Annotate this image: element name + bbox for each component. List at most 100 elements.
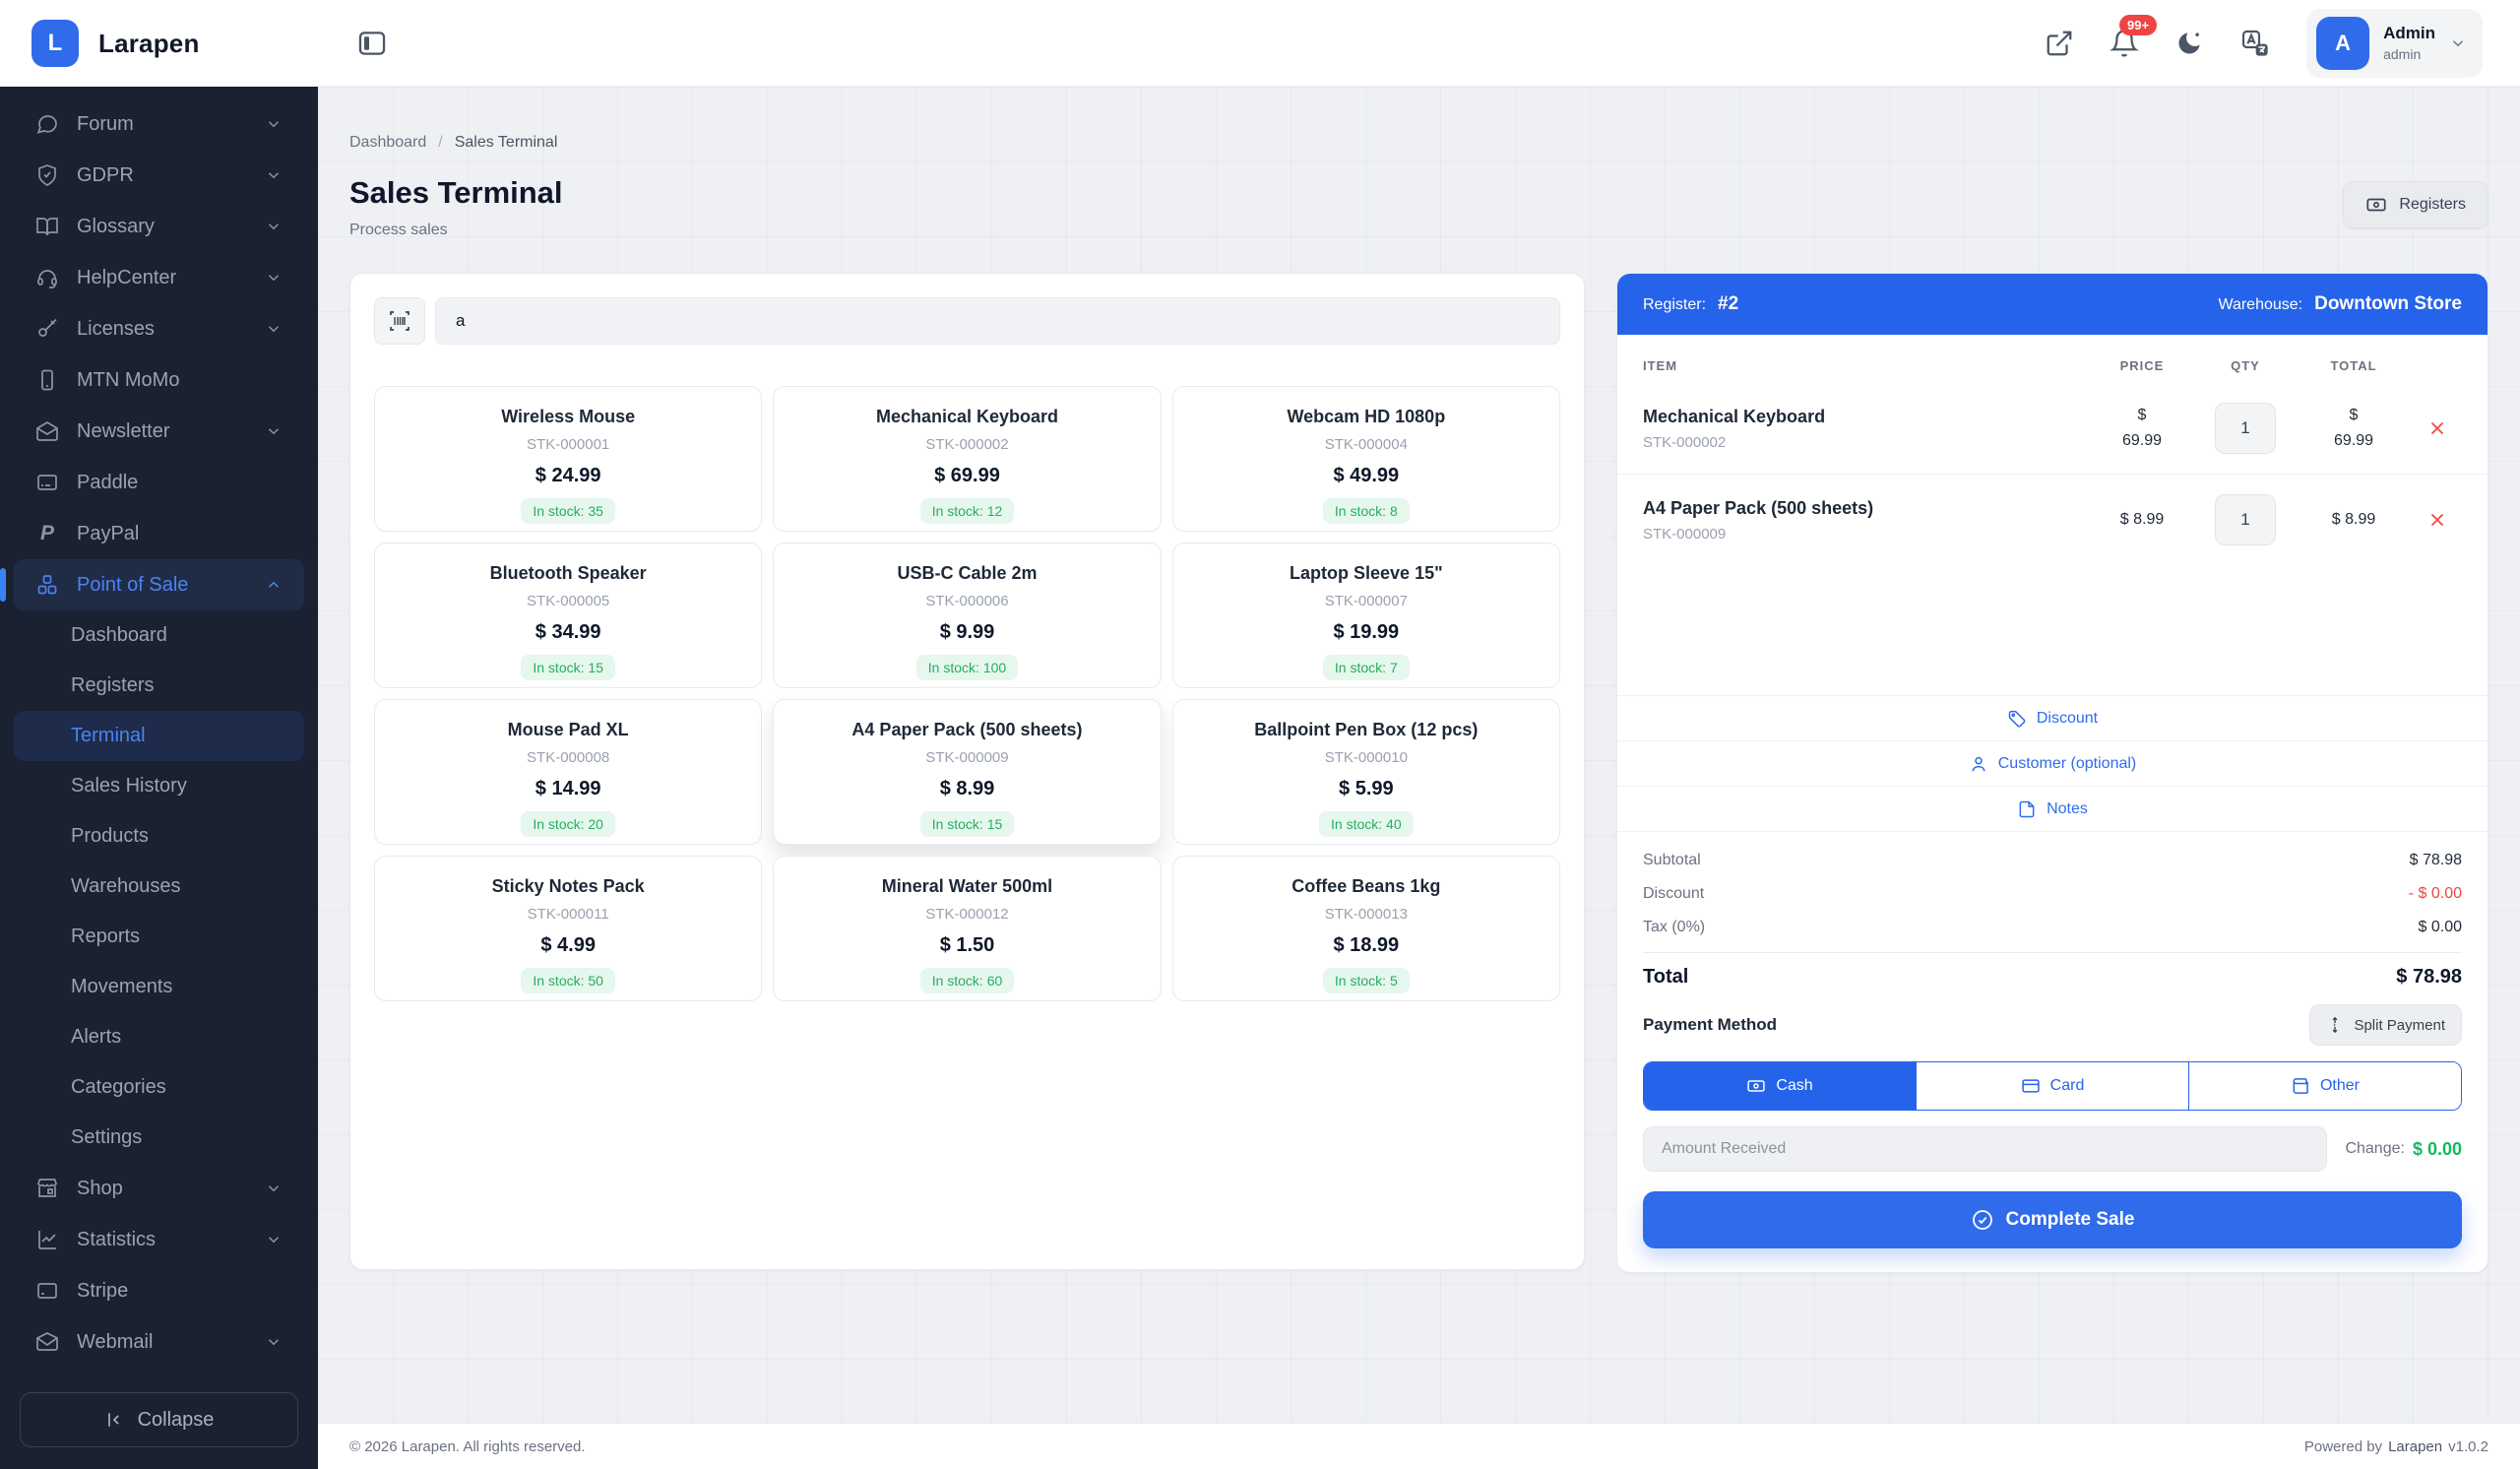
subtotal-value: $ 78.98 (2410, 852, 2462, 869)
sidebar-item-shop[interactable]: Shop (14, 1163, 304, 1214)
product-stock-badge: In stock: 50 (521, 968, 615, 993)
product-price: $ 9.99 (788, 621, 1146, 644)
envelope-icon (35, 1330, 59, 1354)
user-menu[interactable]: A Admin admin (2306, 9, 2483, 78)
sidebar-subitem-settings[interactable]: Settings (14, 1113, 304, 1163)
product-price: $ 18.99 (1187, 934, 1545, 957)
sidebar-subitem-label: Sales History (71, 775, 187, 798)
col-price: PRICE (2088, 358, 2196, 373)
sidebar-subitem-products[interactable]: Products (14, 811, 304, 862)
wallet-icon (2291, 1076, 2310, 1096)
registers-button[interactable]: Registers (2343, 181, 2488, 228)
customer-link[interactable]: Customer (optional) (1617, 740, 2488, 786)
sidebar-item-point-of-sale[interactable]: Point of Sale (14, 559, 304, 610)
breadcrumb-dashboard[interactable]: Dashboard (349, 134, 426, 152)
discount-link[interactable]: Discount (1617, 695, 2488, 740)
product-card[interactable]: Sticky Notes Pack STK-000011 $ 4.99 In s… (374, 856, 762, 1001)
note-icon (2017, 799, 2037, 819)
cash-label: Cash (1776, 1077, 1812, 1095)
line-chart-icon (35, 1228, 59, 1251)
powered-brand[interactable]: Larapen (2388, 1438, 2442, 1455)
product-card[interactable]: Mechanical Keyboard STK-000002 $ 69.99 I… (773, 386, 1161, 532)
sidebar-item-gdpr[interactable]: GDPR (14, 150, 304, 201)
copyright-text: © 2026 Larapen. All rights reserved. (349, 1438, 586, 1455)
product-card[interactable]: Wireless Mouse STK-000001 $ 24.99 In sto… (374, 386, 762, 532)
sidebar-subitem-dashboard[interactable]: Dashboard (14, 610, 304, 661)
collapse-label: Collapse (138, 1409, 215, 1432)
chevron-down-icon (265, 269, 283, 287)
sidebar-item-label: Glossary (77, 216, 155, 238)
paypal-icon: P (35, 522, 59, 545)
register-header: Register: #2 Warehouse: Downtown Store (1617, 274, 2488, 335)
product-card[interactable]: Coffee Beans 1kg STK-000013 $ 18.99 In s… (1172, 856, 1560, 1001)
language-translate-icon[interactable] (2239, 28, 2271, 59)
product-stock-badge: In stock: 60 (920, 968, 1015, 993)
sidebar-item-mtn-momo[interactable]: MTN MoMo (14, 354, 304, 406)
sidebar-subitem-categories[interactable]: Categories (14, 1062, 304, 1113)
sidebar-subitem-movements[interactable]: Movements (14, 962, 304, 1012)
quantity-input[interactable] (2215, 494, 2276, 545)
sidebar-item-newsletter[interactable]: Newsletter (14, 406, 304, 457)
sidebar-subitem-warehouses[interactable]: Warehouses (14, 862, 304, 912)
sidebar-subitem-registers[interactable]: Registers (14, 661, 304, 711)
sidebar-item-webmail[interactable]: Webmail (14, 1316, 304, 1368)
external-link-icon[interactable] (2045, 29, 2074, 58)
store-icon (35, 1177, 59, 1200)
product-card[interactable]: Ballpoint Pen Box (12 pcs) STK-000010 $ … (1172, 699, 1560, 845)
collapse-sidebar-button[interactable]: Collapse (20, 1392, 298, 1447)
payment-method-cash[interactable]: Cash (1644, 1062, 1916, 1110)
product-card[interactable]: Webcam HD 1080p STK-000004 $ 49.99 In st… (1172, 386, 1560, 532)
split-payment-button[interactable]: Split Payment (2309, 1004, 2462, 1046)
product-sku: STK-000006 (788, 593, 1146, 609)
headset-icon (35, 266, 59, 289)
product-card[interactable]: Mineral Water 500ml STK-000012 $ 1.50 In… (773, 856, 1161, 1001)
sidebar-item-licenses[interactable]: Licenses (14, 303, 304, 354)
sidebar: L Larapen Forum GDPR Glossary HelpCe (0, 0, 318, 1469)
sidebar-item-paddle[interactable]: Paddle (14, 457, 304, 508)
quantity-input[interactable] (2215, 403, 2276, 454)
product-sku: STK-000007 (1187, 593, 1545, 609)
cart-row: Mechanical Keyboard STK-000002 $ 69.99 $… (1617, 383, 2488, 474)
sidebar-subitem-reports[interactable]: Reports (14, 912, 304, 962)
payment-method-other[interactable]: Other (2188, 1062, 2461, 1110)
powered-by: Powered by Larapen v1.0.2 (2304, 1438, 2488, 1455)
sidebar-item-label: GDPR (77, 164, 134, 187)
notes-link[interactable]: Notes (1617, 786, 2488, 831)
sidebar-subitem-alerts[interactable]: Alerts (14, 1012, 304, 1062)
product-card[interactable]: USB-C Cable 2m STK-000006 $ 9.99 In stoc… (773, 543, 1161, 688)
payment-method-card[interactable]: Card (1916, 1062, 2188, 1110)
card-terminal-icon (35, 471, 59, 494)
amount-received-input[interactable] (1643, 1126, 2327, 1172)
sidebar-item-stripe[interactable]: Stripe (14, 1265, 304, 1316)
sidebar-subitem-sales-history[interactable]: Sales History (14, 761, 304, 811)
sidebar-item-glossary[interactable]: Glossary (14, 201, 304, 252)
cart-item-name: A4 Paper Pack (500 sheets) (1643, 498, 2088, 519)
product-card-hovered[interactable]: A4 Paper Pack (500 sheets) STK-000009 $ … (773, 699, 1161, 845)
sidebar-toggle-icon[interactable] (355, 27, 389, 60)
sidebar-item-helpcenter[interactable]: HelpCenter (14, 252, 304, 303)
remove-item-button[interactable] (2413, 417, 2462, 439)
product-card[interactable]: Bluetooth Speaker STK-000005 $ 34.99 In … (374, 543, 762, 688)
notifications-bell-icon[interactable]: 99+ (2110, 29, 2139, 58)
footer: © 2026 Larapen. All rights reserved. Pow… (318, 1423, 2520, 1469)
product-search-input[interactable] (435, 297, 1560, 345)
product-grid: Wireless Mouse STK-000001 $ 24.99 In sto… (374, 386, 1560, 1001)
sidebar-item-statistics[interactable]: Statistics (14, 1214, 304, 1265)
user-icon (1969, 754, 1988, 774)
cart-item-price: $ 69.99 (2088, 403, 2196, 453)
sidebar-subitem-terminal[interactable]: Terminal (14, 711, 304, 761)
total-row: Total $ 78.98 (1643, 952, 2462, 998)
product-stock-badge: In stock: 35 (521, 498, 615, 524)
product-card[interactable]: Laptop Sleeve 15" STK-000007 $ 19.99 In … (1172, 543, 1560, 688)
product-card[interactable]: Mouse Pad XL STK-000008 $ 14.99 In stock… (374, 699, 762, 845)
remove-item-button[interactable] (2413, 509, 2462, 531)
complete-sale-button[interactable]: Complete Sale (1643, 1191, 2462, 1248)
dark-mode-moon-icon[interactable] (2174, 29, 2204, 58)
sidebar-item-forum[interactable]: Forum (14, 98, 304, 150)
sidebar-item-paypal[interactable]: P PayPal (14, 508, 304, 559)
barcode-scan-button[interactable] (374, 297, 425, 345)
breadcrumb: Dashboard / Sales Terminal (349, 134, 2488, 152)
sidebar-subitem-label: Warehouses (71, 875, 181, 898)
warehouse-label: Warehouse: (2218, 296, 2302, 314)
product-price: $ 69.99 (788, 465, 1146, 487)
